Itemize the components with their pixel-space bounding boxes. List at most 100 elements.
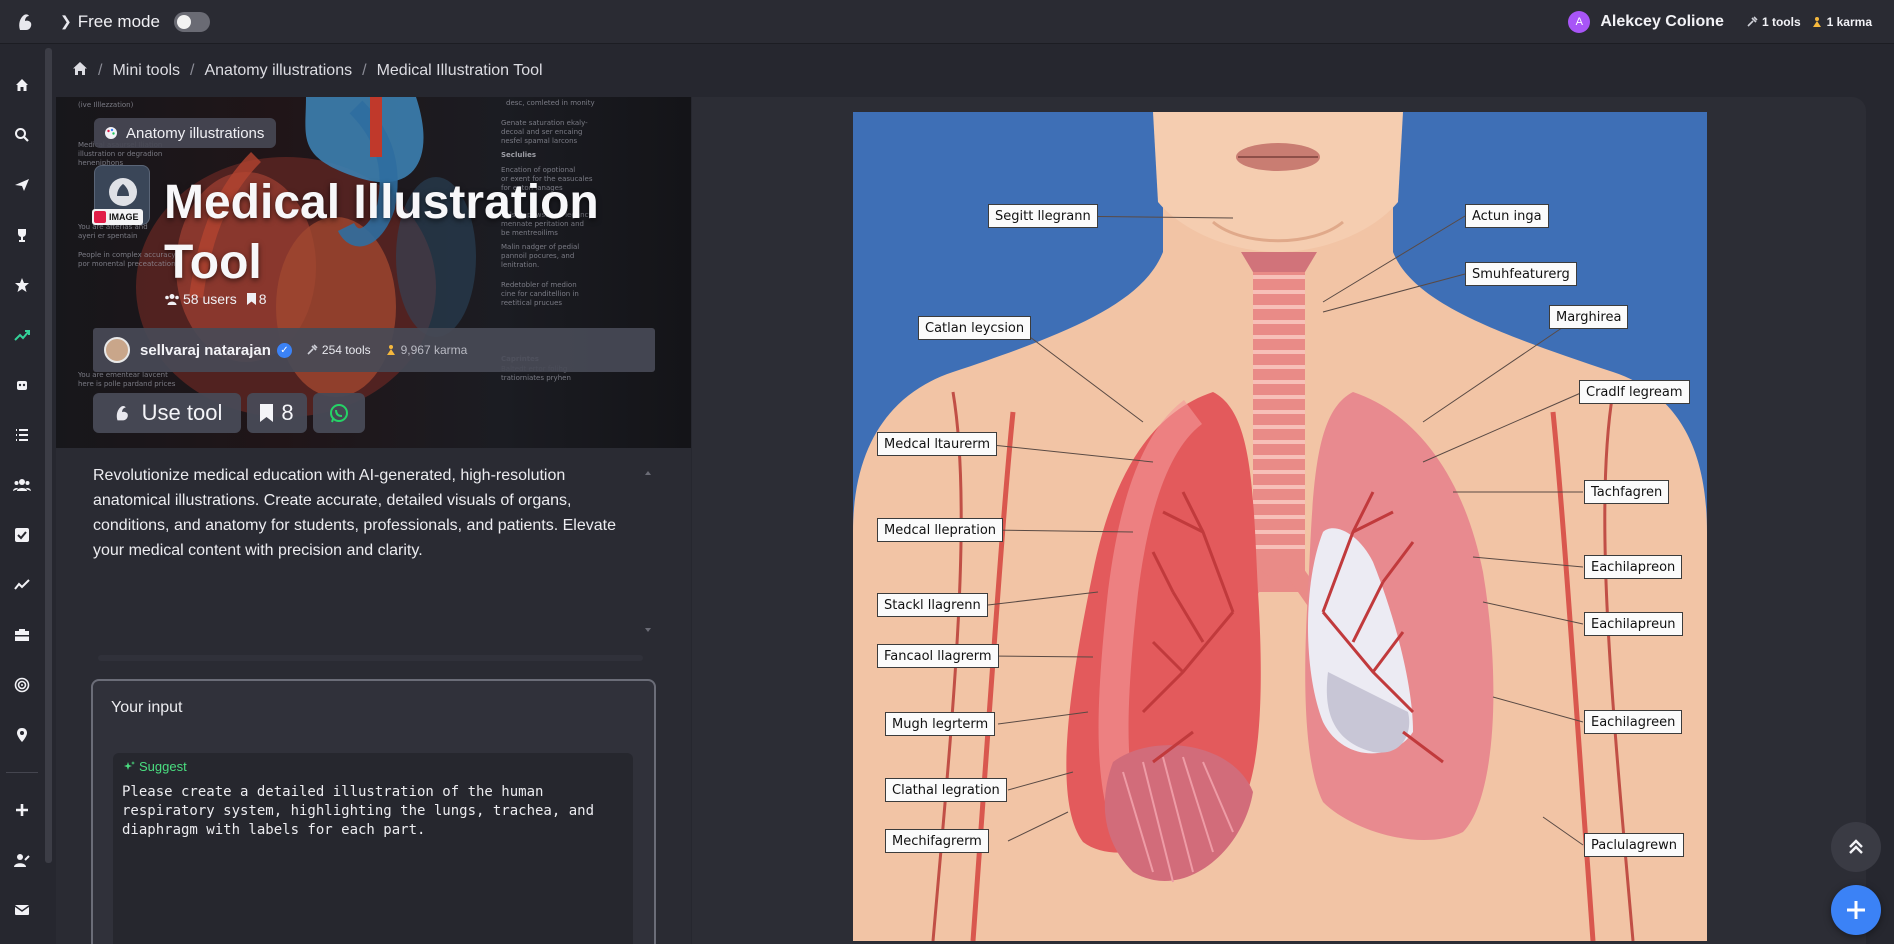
top-bar: ❯ Free mode A Alekcey Colione 1 tools 1 … bbox=[0, 0, 1894, 44]
trending-icon[interactable] bbox=[12, 325, 32, 345]
karma-icon bbox=[1812, 17, 1821, 27]
illustration-label: Paclulagrewn bbox=[1584, 833, 1684, 857]
sidebar-scrollbar[interactable] bbox=[45, 48, 52, 863]
star-icon[interactable] bbox=[12, 275, 32, 295]
description-scrollbar-vertical[interactable] bbox=[645, 469, 651, 634]
verified-icon: ✓ bbox=[276, 342, 292, 358]
home-icon[interactable] bbox=[12, 75, 32, 95]
illustration-label: Clathal legration bbox=[885, 778, 1007, 802]
illustration-label: Mugh legrterm bbox=[885, 712, 996, 736]
bookmark-icon bbox=[260, 404, 274, 422]
target-icon[interactable] bbox=[12, 675, 32, 695]
svg-text:tratiorniates pryhen: tratiorniates pryhen bbox=[501, 374, 571, 382]
illustration-label: Smuhfeaturerg bbox=[1465, 262, 1577, 286]
suggest-button[interactable]: Suggest bbox=[123, 759, 187, 774]
user-edit-icon[interactable] bbox=[12, 850, 32, 870]
sparkle-icon bbox=[124, 760, 135, 770]
users-icon[interactable] bbox=[12, 475, 32, 495]
palette-icon bbox=[105, 127, 117, 139]
bookmarks-stat: 8 bbox=[246, 291, 267, 307]
tool-stats: 58 users 8 bbox=[164, 291, 267, 307]
illustration-label: Eachilapreun bbox=[1584, 612, 1683, 636]
check-icon[interactable] bbox=[12, 525, 32, 545]
plus-icon[interactable] bbox=[12, 800, 32, 820]
image-badge-label: IMAGE bbox=[109, 212, 139, 222]
input-title: Your input bbox=[111, 699, 183, 716]
trophy-icon[interactable] bbox=[12, 225, 32, 245]
illustration-label: Medcal llepration bbox=[877, 518, 1004, 542]
tool-actions: Use tool 8 bbox=[93, 393, 365, 433]
svg-text:illustration or degradion: illustration or degradion bbox=[78, 150, 162, 158]
category-chip-label: Anatomy illustrations bbox=[126, 124, 265, 142]
author-name[interactable]: sellvaraj natarajan bbox=[140, 342, 271, 359]
illustration-label: Tachfagren bbox=[1584, 480, 1670, 504]
svg-text:Genate saturation ekaly-: Genate saturation ekaly- bbox=[501, 119, 588, 127]
bookmark-icon bbox=[246, 293, 256, 305]
users-stat: 58 users bbox=[164, 291, 237, 307]
logo-icon[interactable] bbox=[12, 8, 40, 36]
map-pin-icon[interactable] bbox=[12, 725, 32, 745]
breadcrumb-mini-tools[interactable]: Mini tools bbox=[112, 62, 180, 80]
tools-stat: 1 tools bbox=[1746, 15, 1801, 29]
free-mode-toggle[interactable] bbox=[173, 11, 210, 32]
author-tools-count: 254 tools bbox=[321, 343, 371, 357]
sidebar-divider bbox=[6, 772, 38, 773]
tool-hero: desc, comleted in monity Genate saturati… bbox=[56, 97, 691, 448]
plane-icon[interactable] bbox=[12, 175, 32, 195]
karma-count: 1 karma bbox=[1826, 15, 1872, 29]
toggle-knob bbox=[176, 14, 191, 29]
tool-title: Medical Illustration Tool bbox=[164, 176, 599, 289]
svg-text:You are ementear lavcent: You are ementear lavcent bbox=[77, 371, 168, 379]
list-icon[interactable] bbox=[12, 425, 32, 445]
user-name[interactable]: Alekcey Colione bbox=[1600, 13, 1724, 31]
user-area: A Alekcey Colione 1 tools 1 karma bbox=[1568, 0, 1872, 44]
chart-icon[interactable] bbox=[12, 575, 32, 595]
plus-icon bbox=[1847, 901, 1865, 919]
search-icon[interactable] bbox=[12, 125, 32, 145]
logo-icon bbox=[116, 405, 128, 421]
illustration-label: Segitt llegrann bbox=[988, 204, 1098, 228]
category-chip[interactable]: Anatomy illustrations bbox=[94, 118, 277, 148]
chevron-right-icon[interactable]: ❯ bbox=[60, 13, 72, 30]
whatsapp-icon bbox=[330, 404, 348, 423]
bookmark-count: 8 bbox=[281, 400, 294, 425]
illustration-label: Eachilagreen bbox=[1584, 710, 1683, 734]
double-chevron-up-icon bbox=[1849, 839, 1863, 854]
mail-icon[interactable] bbox=[12, 900, 32, 920]
add-button[interactable] bbox=[1831, 885, 1881, 935]
prompt-text[interactable]: Please create a detailed illustration of… bbox=[122, 783, 627, 840]
tool-info-panel: desc, comleted in monity Genate saturati… bbox=[56, 97, 691, 944]
svg-text:here is polle pardand prices: here is polle pardand prices bbox=[78, 380, 176, 388]
use-tool-button[interactable]: Use tool bbox=[93, 393, 241, 433]
home-icon[interactable] bbox=[72, 61, 88, 81]
illustration-label: Mechifagrerm bbox=[885, 829, 989, 853]
karma-icon bbox=[386, 345, 395, 355]
breadcrumb-separator: / bbox=[190, 62, 195, 79]
illustration-label: Marghirea bbox=[1549, 305, 1629, 329]
svg-text:Seclulies: Seclulies bbox=[501, 151, 536, 159]
illustration-label: Actun inga bbox=[1465, 204, 1549, 228]
toolbox-icon[interactable] bbox=[12, 625, 32, 645]
author-avatar[interactable] bbox=[104, 337, 130, 363]
author-bar[interactable]: sellvaraj natarajan ✓ 254 tools 9,967 ka… bbox=[93, 328, 655, 372]
robot-icon[interactable] bbox=[12, 375, 32, 395]
scroll-to-top-button[interactable] bbox=[1831, 822, 1881, 872]
breadcrumb-anatomy-illustrations[interactable]: Anatomy illustrations bbox=[204, 62, 352, 80]
breadcrumb-current: Medical Illustration Tool bbox=[376, 62, 543, 79]
author-karma-stat: 9,967 karma bbox=[385, 343, 467, 357]
prompt-textarea[interactable]: Suggest Please create a detailed illustr… bbox=[113, 753, 633, 944]
whatsapp-share-button[interactable] bbox=[313, 393, 365, 433]
svg-text:ayeri er spentain: ayeri er spentain bbox=[78, 232, 137, 240]
illustration-label: Cradlf legream bbox=[1579, 380, 1690, 404]
svg-text:(ive Illlezzation): (ive Illlezzation) bbox=[78, 101, 134, 109]
user-avatar[interactable]: A bbox=[1568, 11, 1591, 33]
description-scrollbar-horizontal[interactable] bbox=[98, 655, 643, 661]
sidebar bbox=[0, 45, 44, 944]
svg-text:People in complex accuracy,: People in complex accuracy, bbox=[78, 251, 178, 259]
illustration-label: Eachilapreon bbox=[1584, 555, 1683, 579]
bookmark-button[interactable]: 8 bbox=[247, 393, 307, 433]
input-card: Your input Suggest Please create a detai… bbox=[91, 679, 656, 944]
illustration-label: Stackl llagrenn bbox=[877, 593, 988, 617]
breadcrumb: / Mini tools / Anatomy illustrations / M… bbox=[72, 60, 543, 82]
bookmarks-count: 8 bbox=[258, 291, 267, 307]
